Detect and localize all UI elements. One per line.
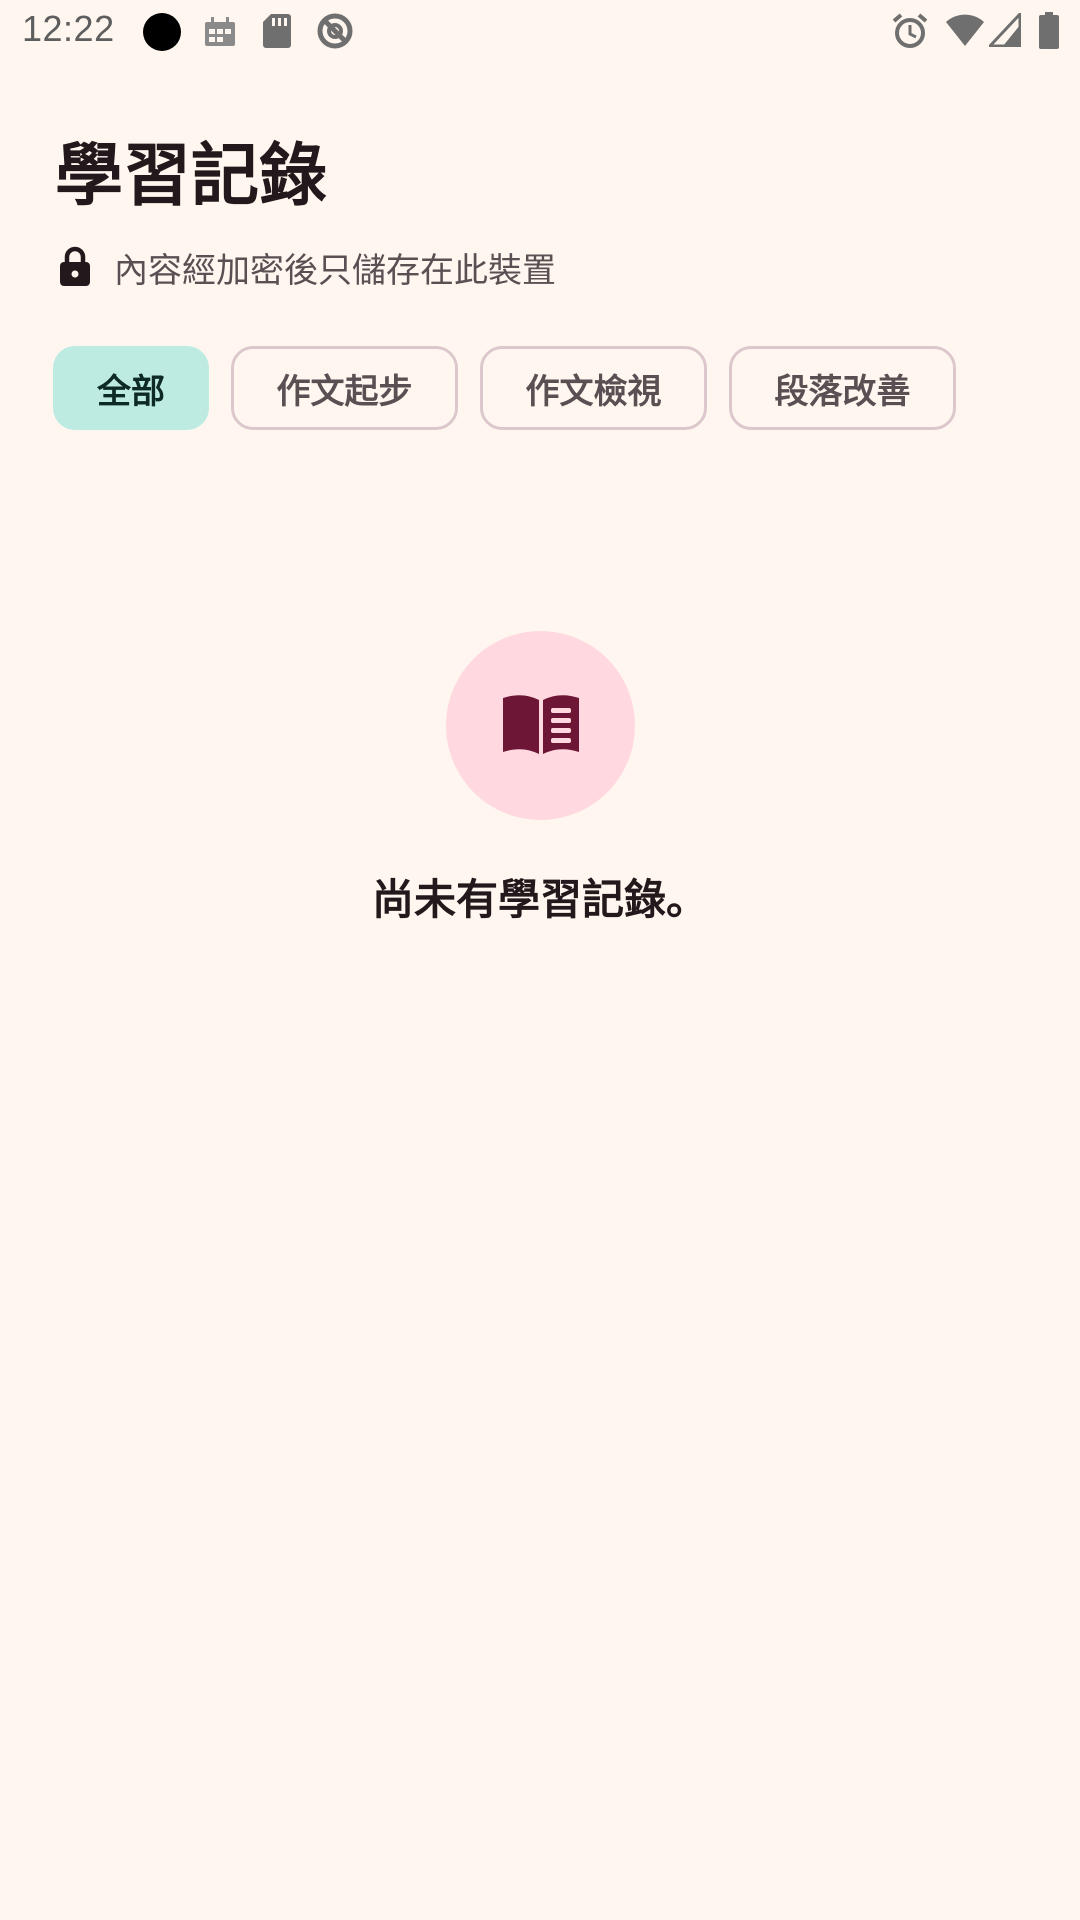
status-bar: 12:22	[0, 0, 1080, 66]
status-time: 12:22	[22, 8, 115, 49]
open-book-icon	[499, 692, 583, 760]
calendar-icon	[203, 16, 237, 48]
sync-icon	[316, 12, 354, 50]
filter-chip-writing-review[interactable]: 作文檢視	[480, 346, 707, 430]
battery-icon	[1038, 12, 1060, 50]
lock-icon	[58, 246, 92, 288]
empty-state-icon-container	[446, 631, 635, 820]
filter-chip-writing-start[interactable]: 作文起步	[231, 346, 458, 430]
filter-chip-paragraph-improve[interactable]: 段落改善	[729, 346, 956, 430]
filter-chip-group: 全部 作文起步 作文檢視 段落改善	[53, 346, 956, 430]
privacy-note-text: 內容經加密後只儲存在此裝置	[114, 250, 556, 291]
alarm-icon	[891, 12, 929, 50]
privacy-note: 內容經加密後只儲存在此裝置	[58, 244, 556, 291]
sd-card-icon	[262, 13, 292, 49]
page-title: 學習記錄	[55, 137, 328, 216]
recording-dot-icon	[142, 12, 182, 52]
cell-signal-icon	[989, 13, 1021, 47]
empty-state-message: 尚未有學習記錄。	[371, 875, 708, 924]
wifi-icon	[945, 13, 985, 47]
learning-records-screen: 12:22 學習記錄 內容經加密後只儲存在此裝置 全部 作文起步 作文檢視 段落…	[0, 0, 1080, 1920]
filter-chip-all[interactable]: 全部	[53, 346, 209, 430]
